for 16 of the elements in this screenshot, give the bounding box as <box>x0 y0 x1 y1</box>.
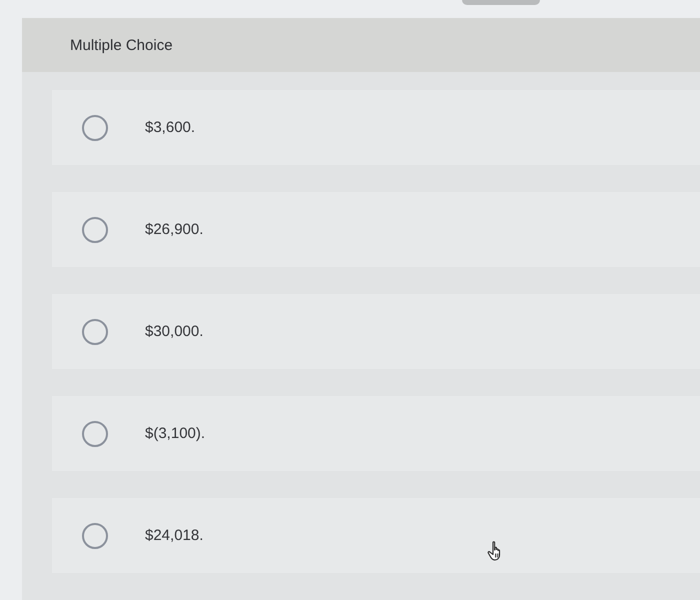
option-label: $26,900. <box>145 221 204 238</box>
radio-button[interactable] <box>82 216 108 242</box>
option-label: $30,000. <box>145 323 204 340</box>
answer-option[interactable]: $26,900. <box>52 192 700 267</box>
question-type-title: Multiple Choice <box>70 36 173 54</box>
answer-option[interactable]: $3,600. <box>52 90 700 165</box>
radio-button[interactable] <box>82 522 108 548</box>
answer-option[interactable]: $24,018. <box>52 498 700 573</box>
radio-button[interactable] <box>82 318 108 344</box>
radio-button[interactable] <box>82 114 108 140</box>
radio-button[interactable] <box>82 420 108 446</box>
option-label: $3,600. <box>145 119 196 136</box>
answer-option[interactable]: $(3,100). <box>52 396 700 471</box>
option-label: $(3,100). <box>145 425 206 442</box>
option-label: $24,018. <box>145 527 204 544</box>
answer-option[interactable]: $30,000. <box>52 294 700 369</box>
